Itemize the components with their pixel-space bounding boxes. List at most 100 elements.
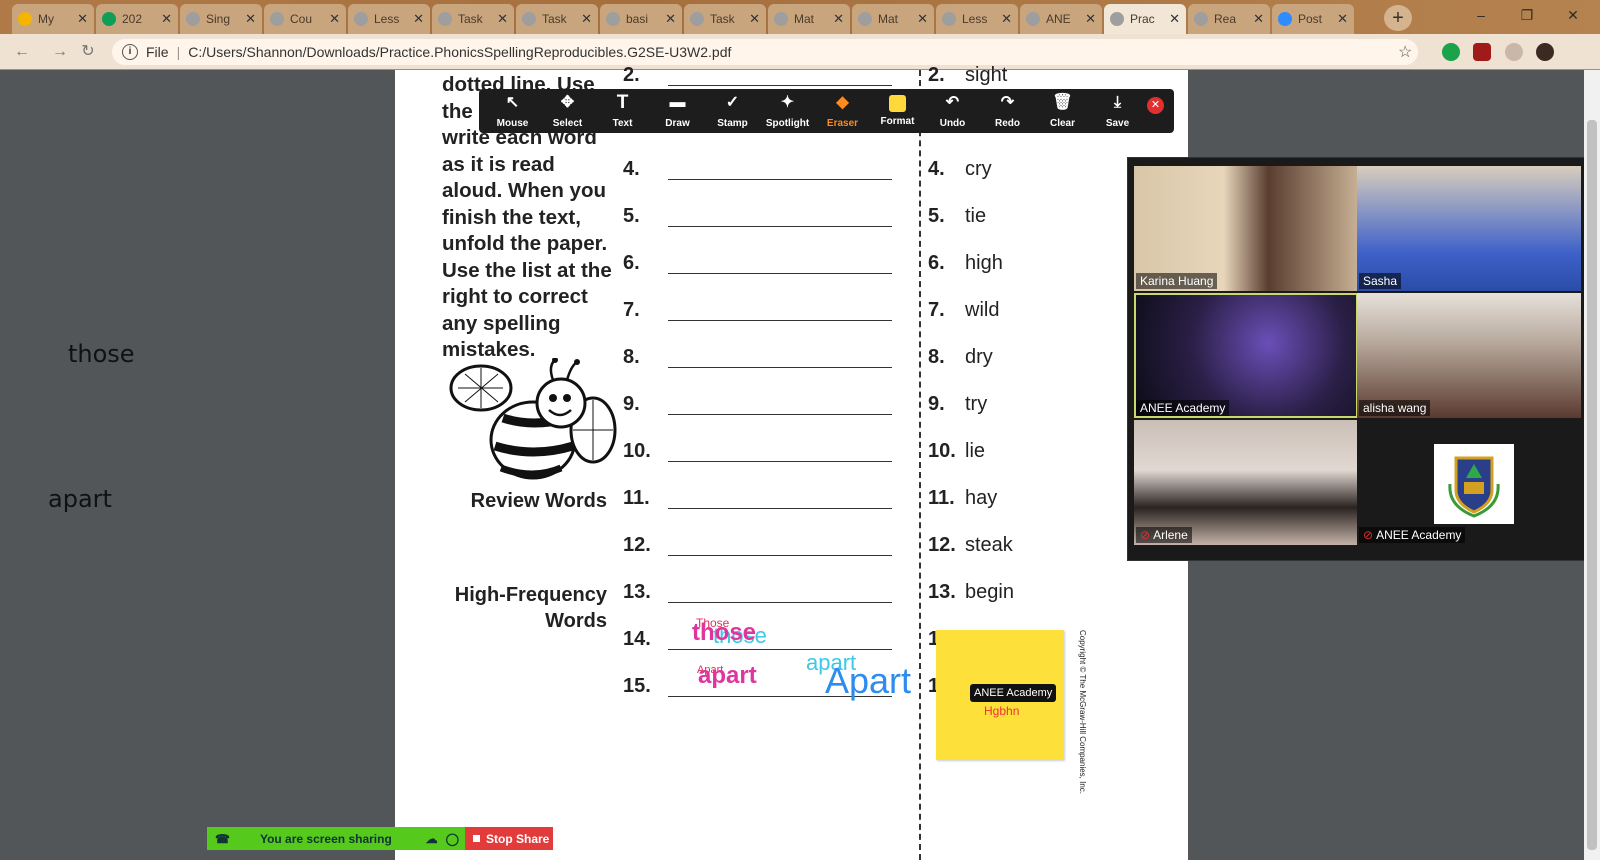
tool-label: Spotlight — [765, 117, 810, 129]
tool-select[interactable]: ✥ Select — [540, 89, 595, 133]
tool-undo[interactable]: ↶ Undo — [925, 89, 980, 133]
browser-tab[interactable]: Sing ✕ — [180, 4, 262, 34]
writing-line[interactable] — [668, 85, 892, 86]
browser-tab[interactable]: basi ✕ — [600, 4, 682, 34]
stop-share-button[interactable]: Stop Share — [465, 827, 553, 850]
scrollbar-thumb[interactable] — [1587, 120, 1597, 850]
tab-close-icon[interactable]: ✕ — [413, 11, 424, 27]
annotation-apart-bold[interactable]: apart — [698, 662, 757, 690]
writing-line[interactable] — [668, 226, 892, 227]
browser-tab[interactable]: 202 ✕ — [96, 4, 178, 34]
tool-redo[interactable]: ↷ Redo — [980, 89, 1035, 133]
browser-tab[interactable]: My ✕ — [12, 4, 94, 34]
forward-icon[interactable]: → — [48, 40, 72, 64]
close-toolbar-icon[interactable]: ✕ — [1147, 97, 1164, 114]
redo-icon: ↷ — [1000, 93, 1015, 111]
profile-avatar[interactable] — [1536, 43, 1554, 61]
tab-close-icon[interactable]: ✕ — [665, 11, 676, 27]
tab-close-icon[interactable]: ✕ — [497, 11, 508, 27]
tab-close-icon[interactable]: ✕ — [1085, 11, 1096, 27]
tool-spotlight[interactable]: ✦ Spotlight — [760, 89, 815, 133]
tab-close-icon[interactable]: ✕ — [833, 11, 844, 27]
reload-icon[interactable]: ↻ — [76, 40, 100, 64]
address-toolbar: ← → ↻ i File | C:/Users/Shannon/Download… — [0, 34, 1600, 70]
browser-tab[interactable]: Task ✕ — [516, 4, 598, 34]
close-window-button[interactable]: ✕ — [1550, 0, 1596, 30]
address-bar[interactable]: i File | C:/Users/Shannon/Downloads/Prac… — [112, 39, 1418, 65]
browser-tab[interactable]: Rea ✕ — [1188, 4, 1270, 34]
writing-line[interactable] — [668, 179, 892, 180]
participant-tile[interactable]: ⊘ Arlene — [1134, 420, 1358, 545]
tab-close-icon[interactable]: ✕ — [245, 11, 256, 27]
tab-close-icon[interactable]: ✕ — [1169, 11, 1180, 27]
tab-close-icon[interactable]: ✕ — [1001, 11, 1012, 27]
browser-tab[interactable]: Less ✕ — [936, 4, 1018, 34]
browser-tab[interactable]: ANE ✕ — [1020, 4, 1102, 34]
new-tab-button[interactable]: + — [1384, 5, 1412, 31]
browser-tab[interactable]: Mat ✕ — [852, 4, 934, 34]
tool-text[interactable]: T Text — [595, 89, 650, 133]
left-item-number: 10. — [623, 440, 651, 462]
writing-line[interactable] — [668, 555, 892, 556]
tool-mouse[interactable]: ↖ Mouse — [485, 89, 540, 133]
browser-tab[interactable]: Less ✕ — [348, 4, 430, 34]
extension-puzzle-icon[interactable] — [1505, 43, 1523, 61]
tool-eraser[interactable]: ◆ Eraser — [815, 89, 870, 133]
tab-close-icon[interactable]: ✕ — [749, 11, 760, 27]
tool-clear[interactable]: 🗑 Clear — [1035, 89, 1090, 133]
tab-title: Rea — [1214, 12, 1237, 26]
right-item-number: 12. — [928, 534, 956, 556]
participant-tile[interactable]: alisha wang — [1357, 293, 1581, 418]
writing-line[interactable] — [668, 602, 892, 603]
tab-close-icon[interactable]: ✕ — [77, 11, 88, 27]
writing-line[interactable] — [668, 461, 892, 462]
writing-line[interactable] — [668, 320, 892, 321]
participant-tile[interactable]: Karina Huang — [1134, 166, 1358, 291]
tab-close-icon[interactable]: ✕ — [581, 11, 592, 27]
tab-favicon-icon — [1026, 12, 1040, 26]
browser-tab[interactable]: Mat ✕ — [768, 4, 850, 34]
annotation-apart-large[interactable]: Apart — [825, 660, 911, 702]
right-item-number: 11. — [928, 487, 955, 509]
extension-ublock-icon[interactable] — [1473, 43, 1491, 61]
tab-close-icon[interactable]: ✕ — [1337, 11, 1348, 27]
tab-close-icon[interactable]: ✕ — [917, 11, 928, 27]
tab-close-icon[interactable]: ✕ — [161, 11, 172, 27]
writing-line[interactable] — [668, 414, 892, 415]
annotation-those-bold[interactable]: those — [692, 619, 756, 647]
tool-save[interactable]: ⤓ Save — [1090, 89, 1145, 133]
participant-tile[interactable]: Sasha — [1357, 166, 1581, 291]
tab-title: Prac — [1130, 12, 1155, 26]
info-icon[interactable]: i — [122, 44, 138, 60]
back-icon[interactable]: ← — [10, 40, 34, 64]
bookmark-star-icon[interactable]: ☆ — [1398, 42, 1412, 62]
browser-tab[interactable]: Prac ✕ — [1104, 4, 1186, 34]
participant-tile[interactable]: ANEE Academy — [1134, 293, 1358, 418]
spelling-word: hay — [965, 487, 998, 509]
restore-button[interactable]: ❐ — [1504, 0, 1550, 30]
writing-line[interactable] — [668, 649, 892, 650]
writing-line[interactable] — [668, 273, 892, 274]
right-item-number: 7. — [928, 299, 945, 321]
tool-draw[interactable]: ▬ Draw — [650, 89, 705, 133]
extension-green-icon[interactable] — [1442, 43, 1460, 61]
vertical-scrollbar[interactable] — [1584, 70, 1600, 860]
instruction-line: aloud. When you — [442, 179, 606, 202]
tab-title: Task — [458, 12, 483, 26]
review-words-label: Review Words — [470, 490, 607, 512]
participant-tile[interactable]: ⊘ ANEE Academy — [1357, 420, 1581, 545]
browser-tab[interactable]: Cou ✕ — [264, 4, 346, 34]
writing-line[interactable] — [668, 508, 892, 509]
sticky-note[interactable]: ANEE Academy Hgbhn — [936, 630, 1064, 760]
browser-tab[interactable]: Task ✕ — [684, 4, 766, 34]
tab-close-icon[interactable]: ✕ — [329, 11, 340, 27]
browser-tab[interactable]: Task ✕ — [432, 4, 514, 34]
tab-close-icon[interactable]: ✕ — [1253, 11, 1264, 27]
cloud-icon[interactable]: ☁ — [426, 832, 438, 846]
browser-tab[interactable]: Post ✕ — [1272, 4, 1354, 34]
minimize-button[interactable]: – — [1458, 0, 1504, 30]
right-item-number: 8. — [928, 346, 945, 368]
writing-line[interactable] — [668, 367, 892, 368]
tool-format[interactable]: Format — [870, 89, 925, 133]
tool-stamp[interactable]: ✓ Stamp — [705, 89, 760, 133]
